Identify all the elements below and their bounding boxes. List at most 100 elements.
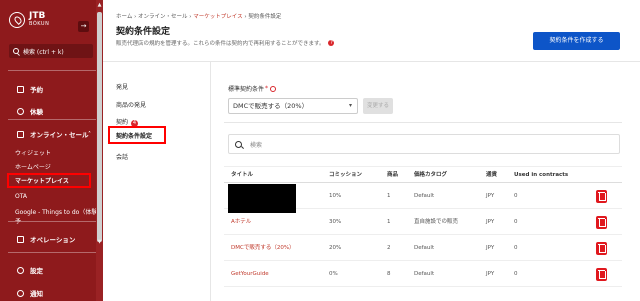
submenu-discover[interactable]: 発見 (116, 82, 128, 91)
row-catalog: Default (414, 245, 435, 251)
sidebar-sub-homepage[interactable]: ホームページ (15, 162, 51, 171)
sidebar: JTB BÓKUN → 検索 (ctrl + k) 予約 休験 オンライン・セー… (0, 0, 103, 301)
sidebar-scrollbar[interactable]: ▲ ▼ (96, 0, 103, 301)
row-currency: JPY (486, 245, 495, 251)
row-products: 1 (387, 219, 391, 225)
table-row[interactable]: DMCで販売する（20%） 20% 2 Default JPY 0 (224, 236, 622, 261)
row-title[interactable]: Aホテル (231, 210, 251, 235)
breadcrumb-marketplace[interactable]: マーケットプレイス (193, 14, 242, 20)
table-row[interactable]: GetYourGuide 0% 8 Default JPY 0 (224, 262, 622, 287)
row-products: 1 (387, 193, 391, 199)
breadcrumb: ホーム › オンライン・セール › マーケットプレイス › 契約条件設定 (116, 14, 282, 20)
sidebar-item-operations[interactable]: オペレーション (0, 234, 103, 244)
row-catalog: Default (414, 193, 435, 199)
sidebar-divider (8, 119, 96, 120)
sidebar-item-experiences[interactable]: 休験 (0, 106, 103, 116)
row-commission: 0% (329, 271, 338, 277)
trash-icon[interactable] (596, 190, 607, 203)
redacted-title (228, 184, 296, 213)
table-row[interactable]: Aホテル 30% 1 直自施設での販売 JPY 0 (224, 210, 622, 235)
trash-icon[interactable] (596, 242, 607, 255)
submenu-contract-terms-label: 契約条件設定 (116, 132, 153, 140)
row-products: 2 (387, 245, 391, 251)
experience-icon (17, 107, 24, 115)
row-commission: 30% (329, 219, 342, 225)
help-icon[interactable]: ? (328, 40, 335, 46)
row-products: 8 (387, 271, 391, 277)
col-catalog[interactable]: 価格カタログ (414, 167, 447, 184)
sidebar-item-label: 予約 (30, 86, 43, 94)
row-currency: JPY (486, 271, 495, 277)
chevron-up-icon: ˄ (88, 130, 91, 138)
sidebar-item-label: 設定 (30, 267, 43, 275)
logo-pin-icon (9, 12, 25, 28)
terms-search-input[interactable]: 検索 (228, 134, 620, 154)
jtb-logo[interactable]: JTB BÓKUN (9, 12, 49, 28)
trash-icon[interactable] (596, 268, 607, 281)
default-terms-select[interactable]: DMCで販売する（20%） ▾ (228, 98, 358, 114)
submenu-product-discover[interactable]: 商品の発見 (116, 100, 146, 109)
chevron-down-icon: ▾ (348, 102, 352, 109)
scroll-down-icon[interactable]: ▼ (96, 239, 103, 245)
clipboard-icon (17, 85, 24, 93)
row-catalog: 直自施設での販売 (414, 219, 459, 225)
gear-icon (17, 266, 24, 274)
sidebar-item-bookings[interactable]: 予約 (0, 84, 103, 94)
search-icon (13, 48, 19, 54)
sidebar-search[interactable]: 検索 (ctrl + k) (9, 44, 93, 58)
col-used[interactable]: Used in contracts (514, 167, 568, 184)
row-used: 0 (514, 245, 518, 251)
submenu-conversations[interactable]: 会話 (116, 152, 128, 161)
row-title[interactable]: DMCで販売する（20%） (231, 236, 295, 261)
sidebar-item-online-sales[interactable]: オンライン・セール ˄ (0, 129, 103, 139)
change-button[interactable]: 変更する (363, 98, 393, 114)
table-row[interactable]: 10% 1 Default JPY 0 (224, 184, 622, 213)
sidebar-divider (8, 221, 96, 222)
col-currency[interactable]: 通貨 (486, 167, 497, 184)
row-used: 0 (514, 193, 518, 199)
sidebar-sub-label: マーケットプレイス (15, 178, 69, 185)
sidebar-item-label: オンライン・セール (30, 131, 89, 139)
submenu-contract-terms[interactable]: 契約条件設定 (108, 126, 166, 144)
collapse-sidebar-button[interactable]: → (78, 21, 89, 32)
create-terms-button[interactable]: 契約条件を作成する (533, 32, 620, 50)
marketplace-submenu: 発見 商品の発見 契約 4 契約条件設定 会話 (103, 62, 211, 301)
required-mark: * (265, 85, 269, 92)
search-icon (235, 140, 242, 148)
section-divider (224, 122, 622, 123)
trash-icon[interactable] (596, 216, 607, 229)
sidebar-item-label: 通知 (30, 290, 43, 298)
breadcrumb-home[interactable]: ホーム (116, 14, 132, 20)
row-used: 0 (514, 219, 518, 225)
row-commission: 10% (329, 193, 342, 199)
col-title[interactable]: タイトル (231, 167, 253, 184)
bell-icon (17, 289, 24, 297)
sidebar-sub-widget[interactable]: ウィジェット (15, 148, 51, 157)
col-commission[interactable]: コミッション (329, 167, 362, 184)
row-currency: JPY (486, 193, 495, 199)
sidebar-sub-ota[interactable]: OTA (15, 193, 27, 200)
row-currency: JPY (486, 219, 495, 225)
sidebar-divider (8, 70, 96, 71)
search-placeholder: 検索 (250, 141, 263, 149)
info-icon[interactable] (270, 85, 277, 92)
page-title: 契約条件設定 (116, 27, 171, 37)
logo-line2: BÓKUN (29, 21, 50, 27)
default-terms-label: 標準契約条件 * (228, 84, 277, 93)
default-terms-label-text: 標準契約条件 (228, 86, 265, 93)
scroll-up-icon[interactable]: ▲ (96, 2, 103, 8)
page-subtitle: 販売代理店の規約を管理する。これらの条件は契約内で再利用することができます。 ? (116, 39, 335, 47)
submenu-contracts-label: 契約 (116, 119, 129, 126)
sidebar-item-notifications[interactable]: 通知 (0, 288, 103, 298)
breadcrumb-online-sales[interactable]: オンライン・セール (138, 14, 188, 20)
sidebar-item-settings[interactable]: 設定 (0, 265, 103, 275)
row-title[interactable]: GetYourGuide (231, 262, 269, 287)
col-products[interactable]: 商品 (387, 167, 398, 184)
logo-line1: JTB (29, 11, 46, 21)
sidebar-sub-marketplace[interactable]: マーケットプレイス (7, 173, 91, 188)
sidebar-sub-google[interactable]: Google - Things to do（体験予 (15, 207, 103, 225)
sidebar-item-label: オペレーション (30, 236, 76, 244)
operations-icon (17, 235, 24, 243)
scroll-thumb[interactable] (97, 12, 102, 242)
default-terms-selected: DMCで販売する（20%） (233, 102, 309, 110)
